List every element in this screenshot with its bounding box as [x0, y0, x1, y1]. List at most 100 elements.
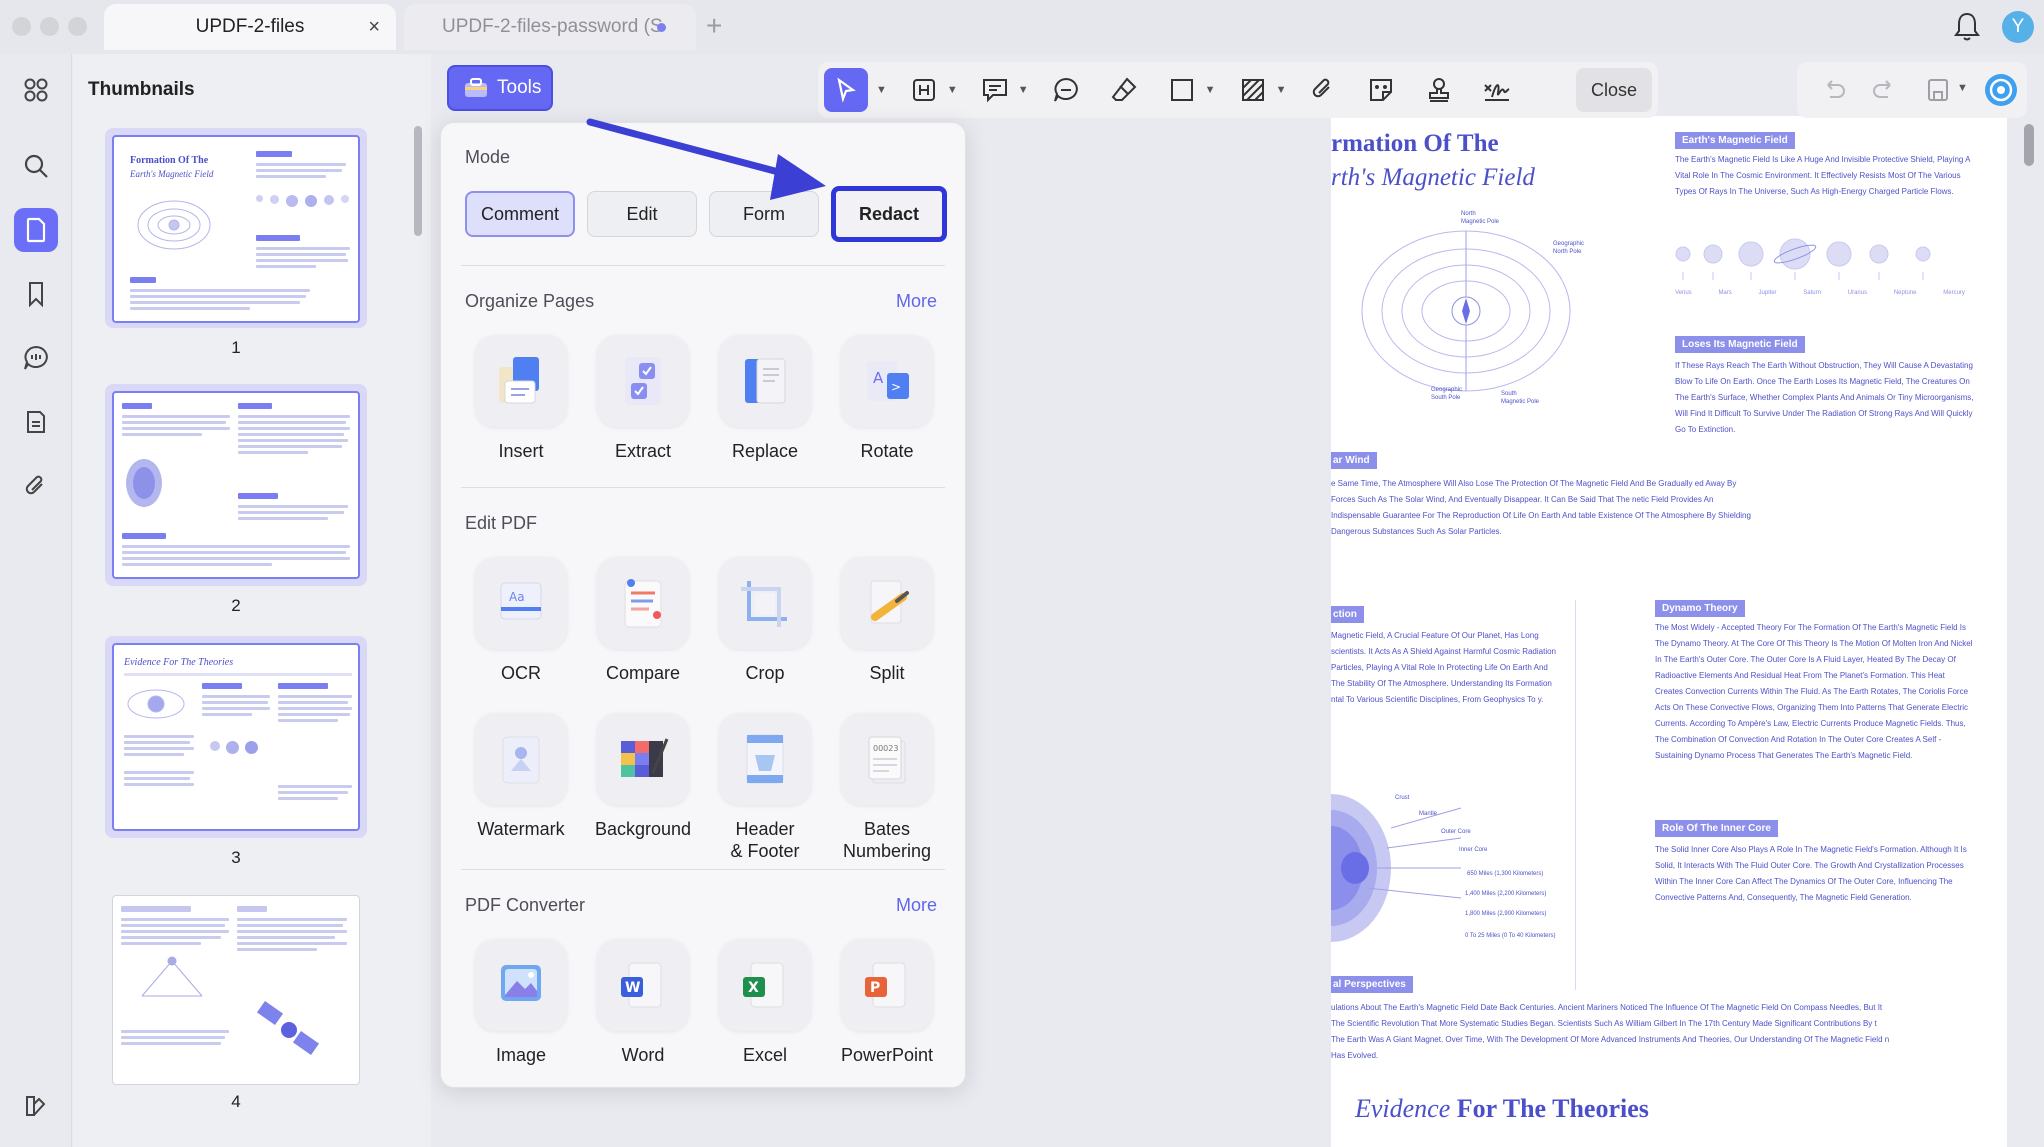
thumbnails-panel: Thumbnails Formation Of The Earth's Magn…	[73, 54, 431, 1147]
converter-more-link[interactable]: More	[896, 895, 937, 916]
organize-section-title: Organize Pages	[465, 291, 595, 311]
watermark-tool[interactable]: Watermark	[461, 713, 581, 840]
rotate-label: Rotate	[860, 441, 914, 461]
diagram-label: South Magnetic Pole	[1501, 391, 1540, 405]
signature-tool-button[interactable]	[1468, 68, 1526, 112]
ocr-tool[interactable]: Aa OCR	[461, 557, 581, 684]
tools-button[interactable]: Tools	[447, 65, 553, 111]
comment-list-icon[interactable]	[14, 336, 58, 380]
column-divider	[1575, 600, 1576, 990]
tab-close-icon[interactable]: ×	[368, 16, 380, 39]
planet-label: Neptune	[1893, 290, 1917, 296]
undo-icon[interactable]	[1819, 75, 1849, 105]
avatar[interactable]: Y	[2002, 11, 2034, 43]
svg-text:Aa: Aa	[509, 590, 525, 604]
convert-powerpoint-tool[interactable]: P PowerPoint	[827, 939, 947, 1066]
thumbnail-subtitle: Earth's Magnetic Field	[130, 169, 214, 179]
window-close-control[interactable]	[12, 17, 31, 36]
attachment-icon[interactable]	[14, 464, 58, 508]
ocr-icon: Aa	[475, 557, 567, 649]
bell-icon[interactable]	[1952, 10, 1982, 42]
insert-page-icon	[475, 335, 567, 427]
tab-updf-2-files-password[interactable]: UPDF-2-files-password (S	[404, 4, 696, 50]
stamp-tool-button[interactable]	[1410, 68, 1468, 112]
satellite-thumb-icon	[256, 1000, 320, 1056]
bates-numbering-tool[interactable]: 00023 Bates Numbering	[827, 713, 947, 862]
paragraph: ulations About The Earth's Magnetic Fiel…	[1331, 1003, 1890, 1060]
crop-tool[interactable]: Crop	[705, 557, 825, 684]
split-tool[interactable]: Split	[827, 557, 947, 684]
background-tool[interactable]: Background	[583, 713, 703, 840]
thumbnail-page-number: 2	[231, 596, 241, 615]
new-tab-button[interactable]: +	[706, 10, 722, 42]
area-tool-button[interactable]	[1224, 68, 1282, 112]
diagram-label: Geographic North Pole	[1553, 241, 1585, 255]
document-scrollbar[interactable]	[2024, 124, 2034, 166]
thumbnails-page-icon[interactable]	[14, 208, 58, 252]
comment-icon	[982, 79, 1007, 103]
organize-more-link[interactable]: More	[896, 291, 937, 312]
mode-edit-button[interactable]: Edit	[587, 191, 697, 237]
header-footer-tool[interactable]: Header & Footer	[705, 713, 825, 862]
thumbnail-page-2[interactable]: 2	[105, 384, 367, 615]
rotate-tool[interactable]: A > Rotate	[827, 335, 947, 462]
eraser-tool-button[interactable]	[1095, 68, 1153, 112]
thumbnail-image: Evidence For The Theories	[112, 643, 360, 831]
convert-image-label: Image	[495, 1045, 547, 1065]
select-tool-button[interactable]	[824, 68, 868, 112]
mode-redact-button[interactable]: Redact	[831, 186, 947, 242]
tab-updf-2-files[interactable]: UPDF-2-files ×	[104, 4, 396, 50]
thumbnail-image: Formation Of The Earth's Magnetic Field	[112, 135, 360, 323]
window-minimize-control[interactable]	[40, 17, 59, 36]
mode-comment-button[interactable]: Comment	[465, 191, 575, 237]
watermark-icon	[475, 713, 567, 805]
svg-text:P: P	[870, 980, 880, 996]
text-highlight-icon	[912, 79, 935, 101]
thumbnail-page-1[interactable]: Formation Of The Earth's Magnetic Field …	[105, 128, 367, 357]
apps-grid-icon[interactable]	[14, 68, 58, 112]
compare-tool[interactable]: Compare	[583, 557, 703, 684]
shape-tool-button[interactable]	[1153, 68, 1211, 112]
page-subtitle: rth's Magnetic Field	[1331, 164, 1535, 191]
bookmark-icon[interactable]	[14, 272, 58, 316]
highlight-tool-button[interactable]	[895, 68, 953, 112]
left-rail	[0, 54, 72, 1147]
sticker-icon	[1370, 79, 1393, 101]
ai-assistant-icon[interactable]	[1983, 72, 2019, 108]
thumbnails-scrollbar[interactable]	[414, 126, 422, 236]
thumbnail-page-3[interactable]: Evidence For The Theories 3	[105, 636, 367, 867]
stamp-icon	[1429, 78, 1450, 102]
svg-text:W: W	[625, 980, 640, 996]
split-label: Split	[869, 663, 905, 683]
compare-icon	[597, 557, 689, 649]
replace-tool[interactable]: Replace	[705, 335, 825, 462]
excel-file-icon: X	[719, 939, 811, 1031]
insert-tool[interactable]: Insert	[461, 335, 581, 462]
sidebar-layers-icon[interactable]	[14, 1084, 58, 1128]
close-toolbar-button[interactable]: Close	[1576, 68, 1652, 112]
convert-excel-tool[interactable]: X Excel	[705, 939, 825, 1066]
chevron-down-icon[interactable]: ▼	[1957, 82, 1968, 94]
svg-text:A: A	[873, 369, 884, 387]
depth-label: 1,400 Miles (2,200 Kilometers)	[1465, 891, 1547, 897]
search-icon[interactable]	[14, 144, 58, 188]
organize-page-icon[interactable]	[14, 400, 58, 444]
header-footer-label: Header & Footer	[730, 819, 800, 861]
thumbnail-image	[112, 391, 360, 579]
sticker-tool-button[interactable]	[1352, 68, 1410, 112]
chevron-down-icon[interactable]: ▼	[876, 84, 887, 96]
extract-tool[interactable]: Extract	[583, 335, 703, 462]
redo-icon[interactable]	[1869, 75, 1899, 105]
bates-numbering-label: Bates Numbering	[842, 819, 932, 861]
text-comment-tool-button[interactable]	[1037, 68, 1095, 112]
convert-word-tool[interactable]: W Word	[583, 939, 703, 1066]
convert-image-tool[interactable]: Image	[461, 939, 581, 1066]
attach-tool-button[interactable]	[1294, 68, 1352, 112]
mode-form-button[interactable]: Form	[709, 191, 819, 237]
thumbnail-page-4[interactable]: 4	[105, 888, 367, 1111]
comment-tool-button[interactable]	[966, 68, 1024, 112]
window-zoom-control[interactable]	[68, 17, 87, 36]
document-page-1: rmation Of The rth's Magnetic Field Nort…	[1331, 116, 2007, 622]
extract-label: Extract	[614, 441, 671, 461]
save-icon[interactable]	[1923, 75, 1953, 105]
